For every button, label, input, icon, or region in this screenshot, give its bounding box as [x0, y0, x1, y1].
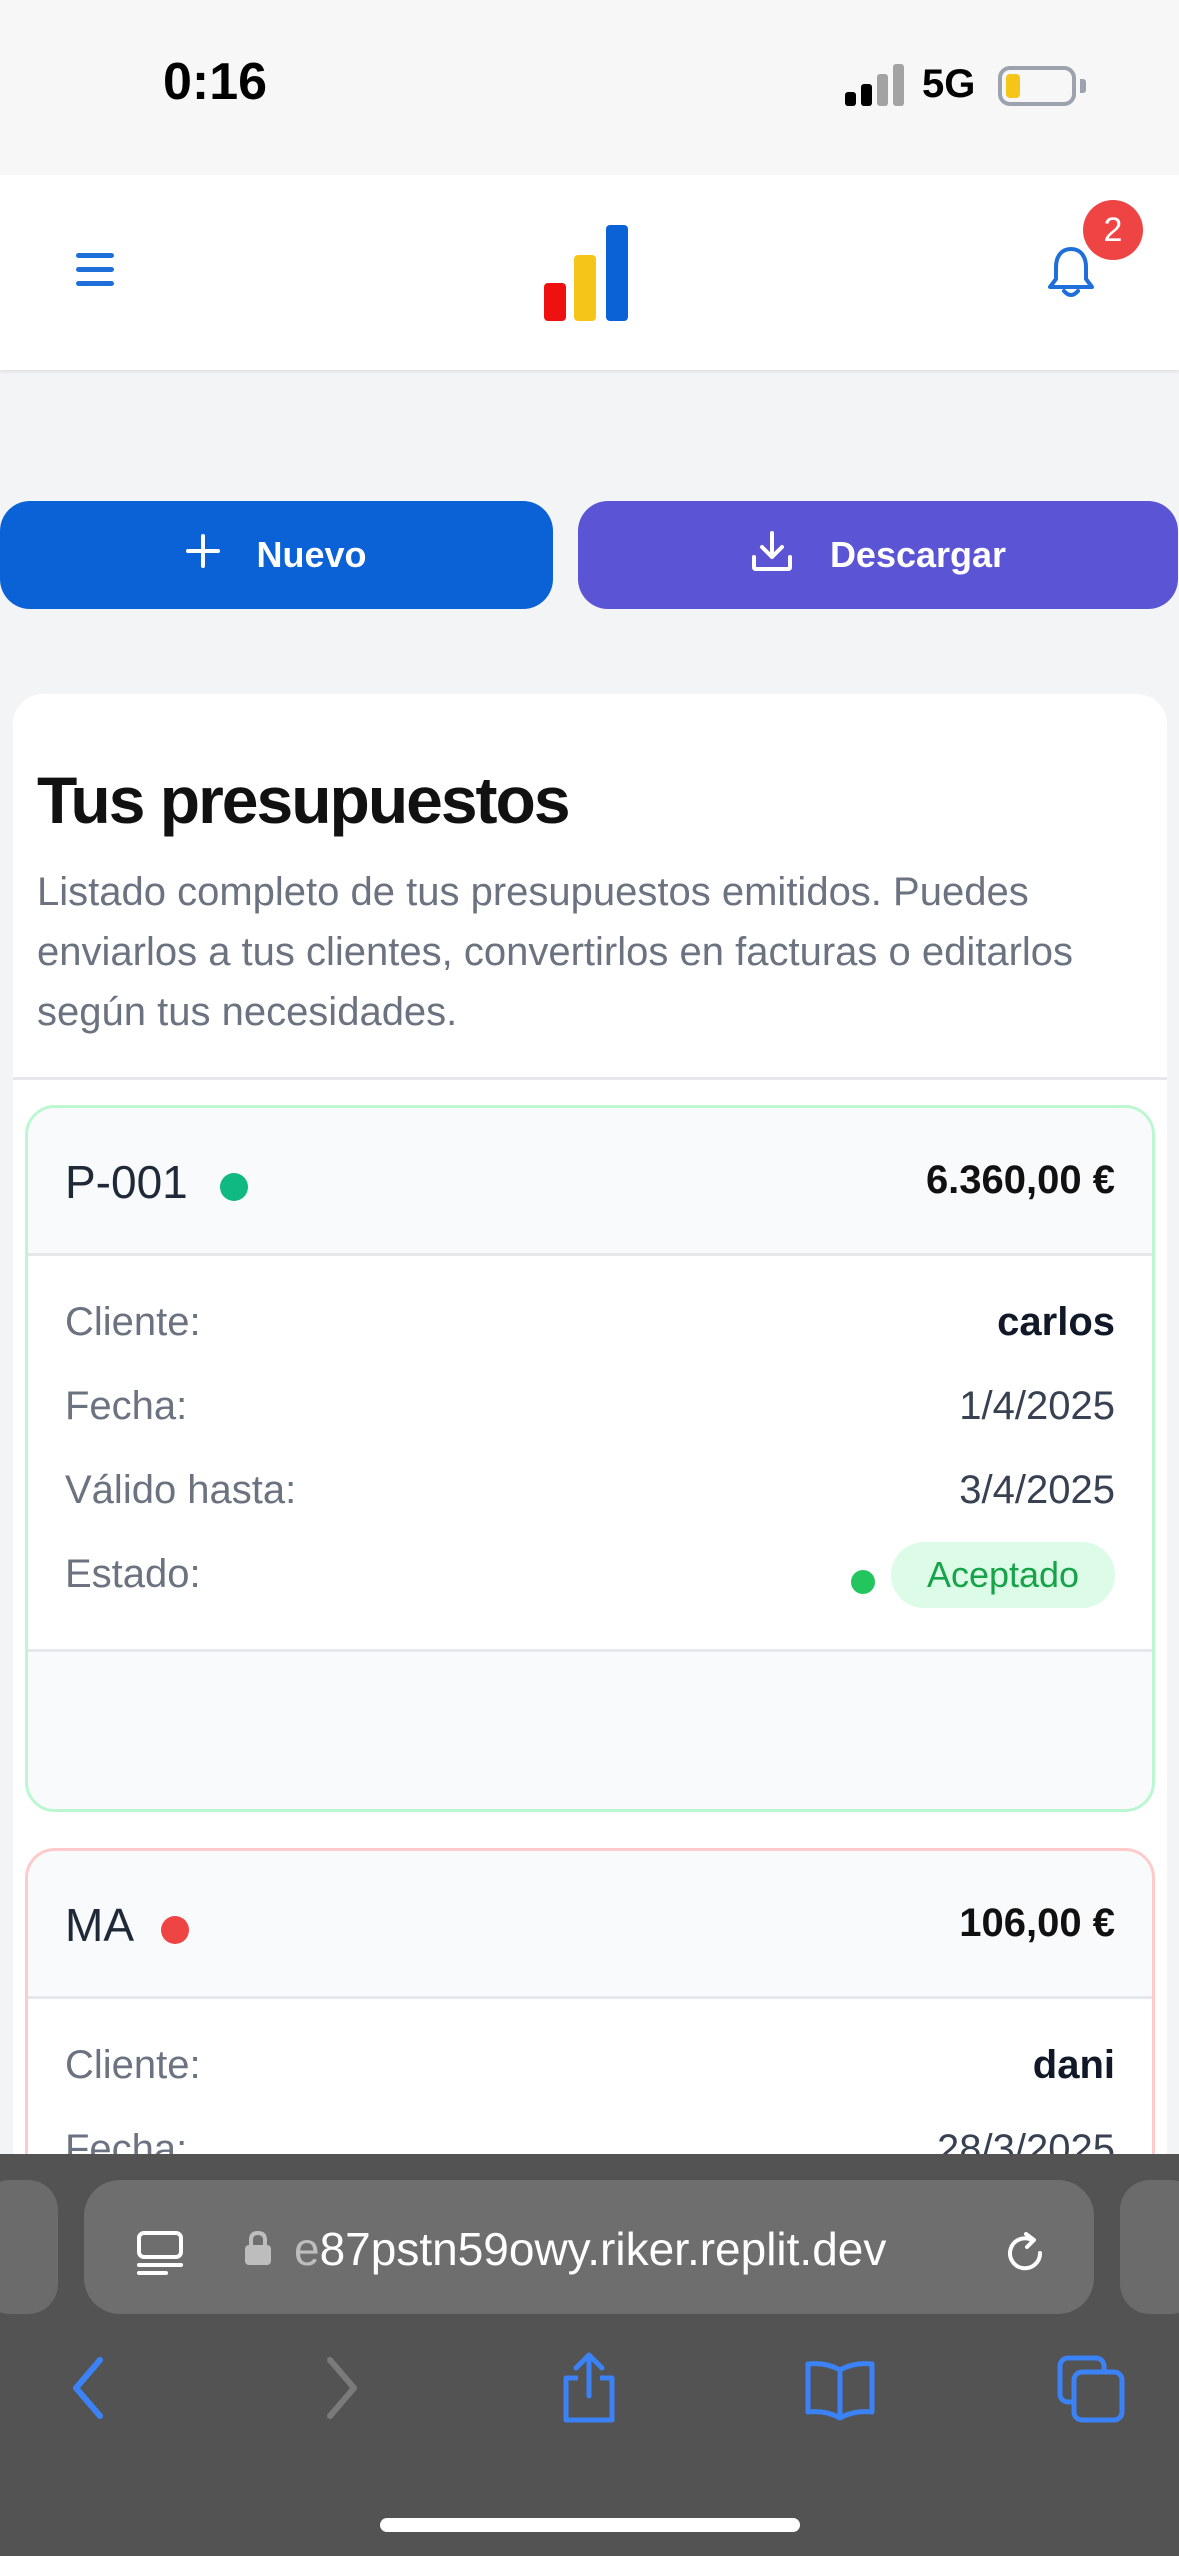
plus-icon	[186, 533, 221, 577]
budget-card[interactable]: P-001 6.360,00 € Cliente: carlos Fecha: …	[25, 1105, 1155, 1812]
client-row: Cliente: dani	[65, 2043, 1115, 2103]
forward-icon[interactable]	[306, 2350, 376, 2426]
new-budget-label: Nuevo	[256, 534, 367, 575]
status-row: Estado: Aceptado	[65, 1542, 1115, 1612]
url-host: 87pstn59owy.riker.replit.dev	[319, 2223, 887, 2275]
cellular-signal-icon	[845, 64, 905, 106]
reload-icon[interactable]	[1000, 2228, 1050, 2278]
network-type: 5G	[922, 62, 976, 106]
lock-icon	[244, 2230, 272, 2266]
bell-icon[interactable]	[1046, 245, 1096, 301]
battery-icon	[998, 66, 1076, 106]
url-prefix: e	[294, 2223, 320, 2275]
budget-code: P-001	[65, 1156, 188, 1208]
date-value: 1/4/2025	[959, 1384, 1115, 1428]
client-value: carlos	[997, 1300, 1115, 1344]
tabs-icon[interactable]	[1054, 2350, 1125, 2426]
page-description: Listado completo de tus presupuestos emi…	[37, 870, 1074, 1034]
client-row: Cliente: carlos	[65, 1300, 1115, 1360]
valid-until-label: Válido hasta:	[65, 1468, 297, 1512]
share-icon[interactable]	[554, 2350, 624, 2426]
previous-tab-preview[interactable]	[0, 2180, 58, 2314]
notification-badge: 2	[1083, 200, 1143, 260]
home-indicator	[380, 2518, 800, 2532]
budget-card-header: MA 106,00 €	[28, 1851, 1152, 1999]
budget-code: MA	[65, 1899, 134, 1951]
browser-toolbar: e87pstn59owy.riker.replit.dev	[0, 2154, 1179, 2556]
next-tab-preview[interactable]	[1120, 2180, 1179, 2314]
status-badge: Aceptado	[891, 1542, 1115, 1608]
page-title: Tus presupuestos	[37, 763, 571, 837]
back-icon[interactable]	[54, 2350, 124, 2426]
menu-icon[interactable]	[76, 253, 114, 287]
client-value: dani	[1032, 2043, 1115, 2087]
app-header	[0, 175, 1179, 370]
status-indicator-dot	[220, 1173, 248, 1201]
download-label: Descargar	[829, 534, 1007, 575]
divider	[13, 1077, 1167, 1080]
valid-until-row: Válido hasta: 3/4/2025	[65, 1468, 1115, 1528]
status-bar: 0:16 5G	[0, 0, 1179, 175]
budget-amount: 106,00 €	[959, 1901, 1115, 1945]
valid-until-value: 3/4/2025	[959, 1468, 1115, 1512]
status-label: Estado:	[65, 1552, 201, 1596]
client-label: Cliente:	[65, 1300, 201, 1344]
address-bar[interactable]: e87pstn59owy.riker.replit.dev	[84, 2180, 1094, 2314]
status-time: 0:16	[163, 53, 268, 111]
budget-amount: 6.360,00 €	[925, 1158, 1115, 1202]
date-row: Fecha: 1/4/2025	[65, 1384, 1115, 1444]
url-text[interactable]: e87pstn59owy.riker.replit.dev	[294, 2222, 886, 2276]
bookmarks-icon[interactable]	[802, 2350, 875, 2426]
status-indicator-dot	[161, 1916, 189, 1944]
client-label: Cliente:	[65, 2043, 201, 2087]
budget-card-header: P-001 6.360,00 €	[28, 1108, 1152, 1256]
download-button[interactable]: Descargar	[578, 501, 1178, 609]
status-dot	[851, 1570, 875, 1594]
battery-tip	[1080, 79, 1086, 93]
download-icon	[750, 529, 794, 582]
budget-card-footer	[28, 1649, 1152, 1809]
app-logo[interactable]	[544, 221, 636, 321]
new-budget-button[interactable]: Nuevo	[0, 501, 553, 609]
page-menu-icon[interactable]	[136, 2230, 184, 2276]
date-label: Fecha:	[65, 1384, 188, 1428]
